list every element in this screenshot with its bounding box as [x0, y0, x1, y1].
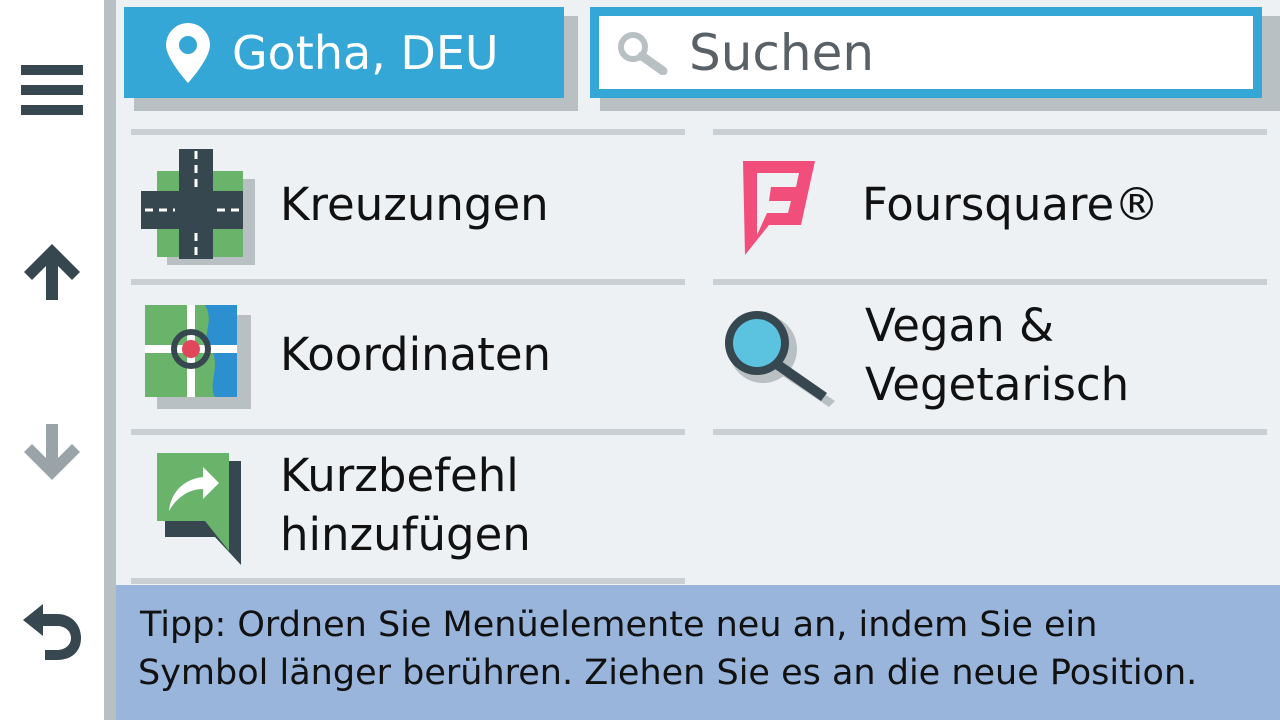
menu-item-kurzbefehl-hinzufuegen[interactable]: Kurzbefehl hinzufügen	[131, 435, 685, 579]
search-input[interactable]: Suchen	[599, 16, 1253, 89]
menu-item-koordinaten[interactable]: Koordinaten	[131, 285, 685, 429]
location-pin-icon	[166, 22, 210, 83]
tip-banner: Tipp: Ordnen Sie Menüelemente neu an, in…	[116, 585, 1280, 720]
magnifier-search-icon	[725, 311, 835, 407]
back-button[interactable]	[0, 592, 104, 672]
item-label-line1: Vegan &	[865, 299, 1055, 352]
item-label-line2: Vegetarisch	[865, 358, 1130, 411]
tip-text-line2: Symbol länger berühren. Ziehen Sie es an…	[138, 653, 1198, 693]
search-box[interactable]: Suchen	[590, 7, 1262, 98]
foursquare-icon	[743, 161, 815, 255]
arrow-up-icon	[24, 244, 80, 300]
menu-item-kreuzungen[interactable]: Kreuzungen	[131, 135, 685, 279]
item-label: Koordinaten	[280, 328, 552, 381]
rail-divider	[104, 0, 116, 720]
location-button[interactable]: Gotha, DEU	[124, 7, 564, 98]
intersection-icon	[141, 149, 255, 265]
menu-item-foursquare[interactable]: Foursquare®	[713, 135, 1267, 279]
item-label: Foursquare®	[862, 178, 1160, 231]
scroll-down-button[interactable]	[0, 412, 104, 492]
coordinates-map-icon	[145, 305, 251, 409]
tip-text-line1: Tipp: Ordnen Sie Menüelemente neu an, in…	[140, 605, 1098, 645]
item-label-line2: hinzufügen	[280, 508, 531, 561]
menu-item-vegan-vegetarisch[interactable]: Vegan & Vegetarisch	[713, 285, 1267, 429]
add-shortcut-icon	[157, 453, 241, 565]
left-rail	[0, 0, 104, 720]
scroll-up-button[interactable]	[0, 232, 104, 312]
search-placeholder: Suchen	[689, 23, 875, 82]
back-icon	[23, 604, 81, 660]
separator	[713, 429, 1267, 435]
item-label: Kreuzungen	[280, 178, 549, 231]
menu-button[interactable]	[0, 50, 104, 130]
arrow-down-icon	[24, 424, 80, 480]
search-icon	[618, 31, 668, 75]
location-label: Gotha, DEU	[232, 25, 499, 80]
hamburger-menu-icon	[21, 65, 83, 115]
item-label-line1: Kurzbefehl	[280, 449, 519, 502]
